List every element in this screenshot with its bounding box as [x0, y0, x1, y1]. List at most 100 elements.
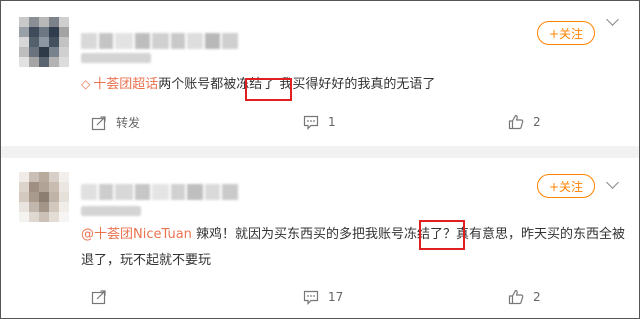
avatar-mosaic-cell [29, 47, 39, 57]
diamond-icon: ◇ [81, 77, 91, 91]
avatar-mosaic-cell [39, 172, 49, 182]
username-blur-block [135, 184, 150, 200]
avatar-mosaic-cell [19, 212, 29, 222]
mention-link[interactable]: @十荟团NiceTuan [81, 227, 192, 242]
like-count: 2 [533, 290, 541, 304]
username-blur-block [205, 184, 220, 200]
avatar-mosaic-cell [49, 192, 59, 202]
username-blur-block [99, 33, 113, 49]
username-blurred[interactable] [81, 184, 238, 200]
username-blur-block [152, 184, 169, 200]
comment-text: @十荟团NiceTuan 辣鸡！就因为买东西买的多把我账号冻结了？真有意思，昨天… [81, 222, 626, 274]
avatar-mosaic-cell [29, 172, 39, 182]
chevron-down-icon[interactable] [606, 13, 619, 26]
avatar-mosaic-cell [49, 57, 59, 67]
timestamp-blurred [81, 206, 141, 216]
avatar-mosaic-cell [19, 182, 29, 192]
avatar-mosaic-cell [59, 182, 69, 192]
comment-card-1: +关注 ◇ 十荟团超话两个账号都被冻结了 我买得好好的我真的无语了 转发 1 2 [1, 1, 639, 146]
avatar-mosaic-cell [59, 37, 69, 47]
avatar-mosaic-cell [19, 192, 29, 202]
thumbs-up-icon [508, 289, 524, 305]
comment-count: 1 [328, 115, 336, 129]
action-bar: 17 2 [1, 289, 639, 309]
avatar-mosaic-cell [39, 47, 49, 57]
comment-button[interactable]: 17 [303, 289, 343, 305]
comment-icon [303, 115, 319, 130]
avatar-mosaic-cell [19, 27, 29, 37]
avatar-mosaic-cell [59, 57, 69, 67]
like-button[interactable]: 2 [508, 289, 541, 305]
avatar-mosaic-cell [29, 17, 39, 27]
username-blur-block [152, 33, 169, 49]
avatar-mosaic-cell [59, 212, 69, 222]
avatar-mosaic-cell [39, 182, 49, 192]
avatar-mosaic-cell [29, 202, 39, 212]
timestamp-blurred [81, 53, 151, 63]
comment-count: 17 [328, 290, 344, 304]
action-bar: 转发 1 2 [1, 114, 639, 134]
username-blur-block [81, 33, 97, 49]
like-button[interactable]: 2 [508, 114, 541, 130]
share-icon [91, 115, 106, 130]
avatar-mosaic-cell [59, 172, 69, 182]
share-icon [91, 290, 106, 305]
avatar-mosaic-cell [49, 17, 59, 27]
comment-icon [303, 290, 319, 305]
username-blur-block [115, 184, 133, 200]
topic-link[interactable]: ◇ 十荟团超话 [81, 77, 158, 92]
avatar-mosaic-cell [19, 47, 29, 57]
avatar-mosaic-cell [29, 192, 39, 202]
avatar-mosaic-cell [59, 47, 69, 57]
avatar-mosaic-cell [59, 202, 69, 212]
avatar[interactable] [19, 172, 69, 222]
avatar-mosaic-cell [19, 202, 29, 212]
username-blur-block [171, 184, 185, 200]
avatar-mosaic-cell [29, 57, 39, 67]
username-blur-block [171, 33, 185, 49]
comment-body: 两个账号都被冻结了 我买得好好的我真的无语了 [158, 77, 436, 92]
username-blur-block [115, 33, 133, 49]
avatar-mosaic-cell [39, 202, 49, 212]
avatar-mosaic-cell [49, 172, 59, 182]
like-count: 2 [533, 115, 541, 129]
share-button[interactable]: 转发 [91, 114, 140, 131]
avatar-mosaic-cell [39, 17, 49, 27]
share-button[interactable] [91, 289, 116, 305]
follow-button[interactable]: +关注 [537, 21, 595, 45]
username-blur-block [81, 184, 97, 200]
avatar-mosaic-cell [59, 192, 69, 202]
avatar-mosaic-cell [59, 17, 69, 27]
avatar-mosaic-cell [49, 202, 59, 212]
username-blur-block [187, 184, 203, 200]
highlight-box [419, 220, 465, 250]
username-blur-block [222, 184, 238, 200]
share-label: 转发 [116, 116, 141, 130]
comment-feed: +关注 ◇ 十荟团超话两个账号都被冻结了 我买得好好的我真的无语了 转发 1 2… [0, 0, 640, 319]
avatar-mosaic-cell [39, 27, 49, 37]
comment-card-2: +关注 @十荟团NiceTuan 辣鸡！就因为买东西买的多把我账号冻结了？真有意… [1, 158, 639, 318]
chevron-down-icon[interactable] [606, 176, 619, 189]
avatar-mosaic-cell [29, 182, 39, 192]
avatar-mosaic-cell [49, 212, 59, 222]
avatar[interactable] [19, 17, 69, 67]
comment-button[interactable]: 1 [303, 114, 336, 130]
thumbs-up-icon [508, 114, 524, 130]
avatar-mosaic-cell [29, 27, 39, 37]
follow-button[interactable]: +关注 [537, 174, 595, 198]
username-blurred[interactable] [81, 33, 238, 49]
avatar-mosaic-cell [39, 57, 49, 67]
avatar-mosaic-cell [49, 27, 59, 37]
topic-label[interactable]: 十荟团超话 [93, 77, 158, 92]
highlight-box [245, 78, 292, 101]
avatar-mosaic-cell [49, 37, 59, 47]
avatar-mosaic-cell [29, 212, 39, 222]
username-blur-block [99, 184, 113, 200]
username-blur-block [205, 33, 220, 49]
avatar-mosaic-cell [49, 47, 59, 57]
username-blur-block [135, 33, 150, 49]
avatar-mosaic-cell [29, 37, 39, 47]
username-blur-block [222, 33, 238, 49]
avatar-mosaic-cell [19, 57, 29, 67]
avatar-mosaic-cell [39, 212, 49, 222]
